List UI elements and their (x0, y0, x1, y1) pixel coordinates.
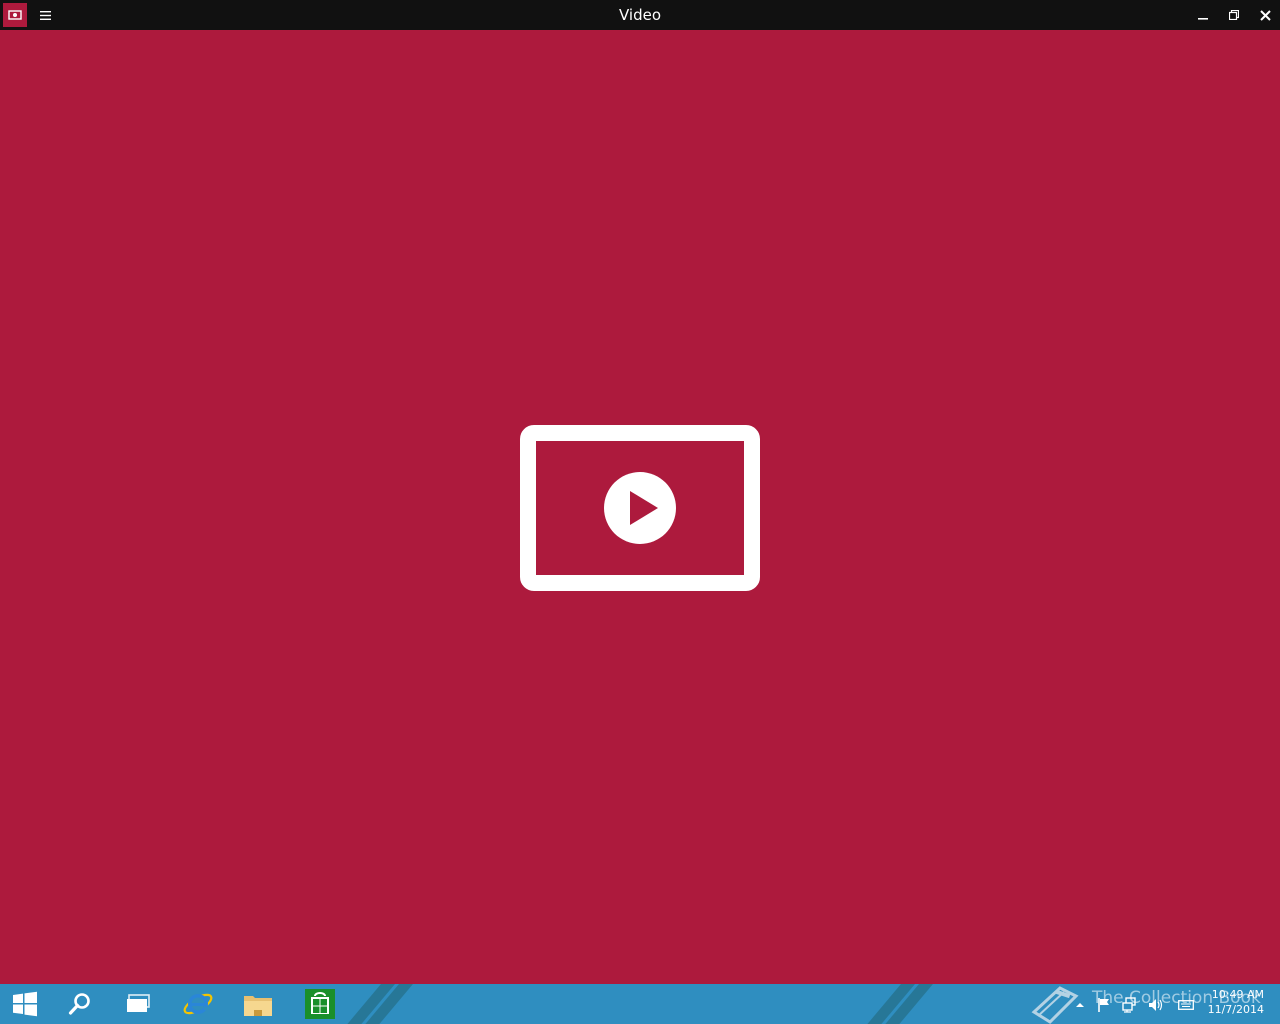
taskbar-clock[interactable]: 10:49 AM 11/7/2014 (1200, 987, 1264, 1017)
video-content-area (0, 30, 1280, 984)
store-icon (305, 989, 335, 1019)
task-view-button[interactable] (116, 984, 160, 1024)
task-view-icon (127, 994, 150, 1012)
window-title: Video (618, 6, 662, 24)
store-button[interactable] (298, 984, 342, 1024)
search-button[interactable] (58, 984, 102, 1024)
clock-date: 11/7/2014 (1207, 1003, 1264, 1016)
keyboard-button[interactable] (1176, 996, 1196, 1014)
window-titlebar: Video (0, 0, 1280, 30)
maximize-button[interactable] (1219, 0, 1249, 30)
minimize-icon (1198, 18, 1208, 20)
action-center-flag-icon (1098, 998, 1109, 1012)
keyboard-icon (1178, 1000, 1194, 1010)
file-explorer-icon (244, 996, 272, 1016)
internet-explorer-button[interactable] (176, 984, 220, 1024)
volume-icon (1149, 999, 1163, 1011)
minimize-button[interactable] (1188, 0, 1218, 30)
maximize-icon (1229, 10, 1239, 20)
action-center-button[interactable] (1095, 996, 1113, 1014)
close-button[interactable] (1250, 0, 1280, 30)
file-explorer-button[interactable] (236, 984, 280, 1024)
close-icon (1259, 9, 1271, 21)
video-app-icon[interactable] (3, 3, 27, 27)
video-play-icon (520, 425, 760, 591)
network-button[interactable] (1120, 996, 1140, 1014)
internet-explorer-icon (183, 993, 213, 1015)
clock-time: 10:49 AM (1211, 988, 1264, 1001)
volume-button[interactable] (1146, 996, 1166, 1014)
start-button[interactable] (0, 984, 50, 1024)
hamburger-menu-icon[interactable] (34, 3, 56, 27)
network-icon (1122, 997, 1136, 1013)
search-icon (68, 993, 90, 1015)
windows-start-icon (13, 991, 37, 1017)
show-hidden-icons-button[interactable] (1073, 996, 1087, 1014)
taskbar: The Collection Book 10:49 AM 11/7/2014 (0, 984, 1280, 1024)
show-hidden-icons-icon (1076, 1003, 1084, 1007)
